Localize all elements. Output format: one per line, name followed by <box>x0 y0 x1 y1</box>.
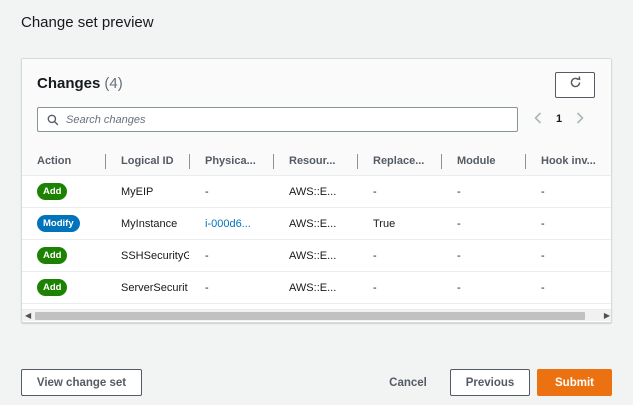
physical-id-cell: - <box>205 185 209 198</box>
table-header: Action Logical ID Physica... Resour... R… <box>22 147 611 176</box>
search-field[interactable] <box>37 107 518 132</box>
changes-panel-header: Changes(4) 1 <box>22 59 611 147</box>
refresh-icon <box>569 76 582 94</box>
changes-heading: Changes (4) <box>37 75 123 92</box>
changes-panel: Changes(4) 1 <box>21 58 612 323</box>
column-resizer[interactable] <box>273 154 274 169</box>
column-resizer[interactable] <box>357 154 358 169</box>
table-row: Modify MyInstance i-000d6... AWS::E... T… <box>22 208 611 240</box>
column-resizer[interactable] <box>525 154 526 169</box>
replacement-cell: - <box>373 281 377 294</box>
table-row: Add SSHSecurityG - AWS::E... - - - <box>22 240 611 272</box>
replacement-cell: - <box>373 249 377 262</box>
resource-type-cell: AWS::E... <box>289 185 337 198</box>
column-header-resource[interactable]: Resour... <box>289 147 335 175</box>
search-icon <box>42 114 64 126</box>
column-resizer[interactable] <box>189 154 190 169</box>
resource-type-cell: AWS::E... <box>289 249 337 262</box>
module-cell: - <box>457 281 461 294</box>
table-row: Add ServerSecurit - AWS::E... - - - <box>22 272 611 304</box>
physical-id-cell: - <box>205 281 209 294</box>
scroll-left-icon[interactable]: ◀ <box>25 311 31 320</box>
action-badge: Add <box>37 279 68 296</box>
physical-id-cell: - <box>205 249 209 262</box>
pagination: 1 <box>534 109 584 129</box>
hook-cell: - <box>541 281 545 294</box>
scroll-right-icon[interactable]: ▶ <box>604 311 610 320</box>
column-header-module[interactable]: Module <box>457 147 496 175</box>
action-badge: Add <box>37 247 68 264</box>
table-row: Add MyEIP - AWS::E... - - - <box>22 176 611 208</box>
refresh-button[interactable] <box>555 72 595 98</box>
search-input[interactable] <box>66 113 506 126</box>
submit-button[interactable]: Submit <box>537 369 612 396</box>
resource-type-cell: AWS::E... <box>289 281 337 294</box>
module-cell: - <box>457 249 461 262</box>
logical-id-cell: MyInstance <box>121 217 178 230</box>
column-header-replacement[interactable]: Replace... <box>373 147 424 175</box>
chevron-right-icon[interactable] <box>576 111 584 127</box>
replacement-cell: - <box>373 185 377 198</box>
replacement-cell: True <box>373 217 396 230</box>
column-resizer[interactable] <box>105 154 106 169</box>
page-number[interactable]: 1 <box>556 113 562 125</box>
changes-title: Changes <box>37 75 101 92</box>
view-change-set-button[interactable]: View change set <box>21 369 142 396</box>
chevron-left-icon[interactable] <box>534 111 542 127</box>
horizontal-scrollbar[interactable]: ◀ ▶ <box>22 309 611 321</box>
logical-id-cell: ServerSecurit <box>121 281 188 294</box>
module-cell: - <box>457 217 461 230</box>
hook-cell: - <box>541 249 545 262</box>
changes-table: Action Logical ID Physica... Resour... R… <box>22 147 611 304</box>
column-header-hook[interactable]: Hook inv... <box>541 147 596 175</box>
page-title: Change set preview <box>21 14 154 31</box>
column-header-action[interactable]: Action <box>37 147 71 175</box>
resource-type-cell: AWS::E... <box>289 217 337 230</box>
scrollbar-thumb[interactable] <box>35 312 585 320</box>
hook-cell: - <box>541 217 545 230</box>
action-badge: Add <box>37 183 68 200</box>
logical-id-cell: SSHSecurityG <box>121 249 189 262</box>
previous-button[interactable]: Previous <box>450 369 530 396</box>
module-cell: - <box>457 185 461 198</box>
physical-id-link[interactable]: i-000d6... <box>205 208 265 239</box>
cancel-button[interactable]: Cancel <box>380 369 436 396</box>
logical-id-cell: MyEIP <box>121 185 154 198</box>
changes-count: (4) <box>104 75 123 92</box>
action-badge: Modify <box>37 215 80 232</box>
column-resizer[interactable] <box>441 154 442 169</box>
column-header-physical-id[interactable]: Physica... <box>205 147 256 175</box>
hook-cell: - <box>541 185 545 198</box>
column-header-logical-id[interactable]: Logical ID <box>121 147 174 175</box>
